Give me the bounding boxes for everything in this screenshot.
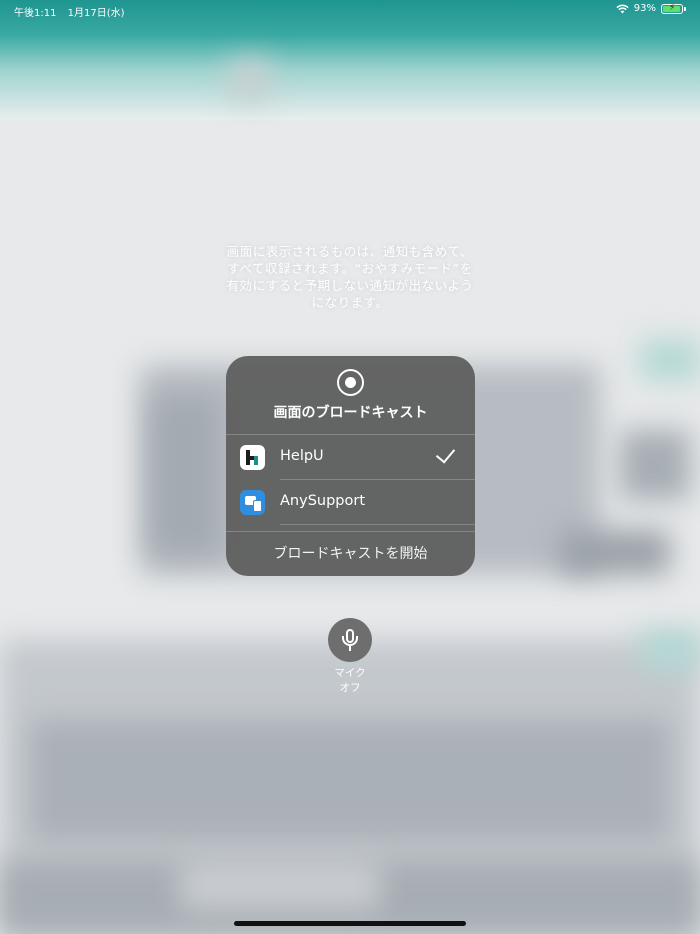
battery-icon: ⚡ (661, 2, 683, 14)
microphone-label-line1: マイク (334, 667, 366, 679)
status-bar-left: 午後1:11 1月17日(水) (14, 4, 133, 19)
anysupport-app-icon (240, 490, 265, 515)
panel-title: 画面のブロードキャスト (273, 405, 428, 421)
record-icon (337, 369, 364, 396)
app-option-label: AnySupport (280, 493, 366, 509)
blurred-background-shape (180, 860, 380, 910)
blurred-background-shape (640, 340, 700, 380)
blurred-background-shape (230, 60, 270, 100)
app-option-label: HelpU (280, 448, 324, 464)
wifi-icon (616, 4, 629, 13)
battery-fill: ⚡ (663, 2, 680, 13)
microphone-label: マイク オフ (310, 666, 390, 696)
blurred-background-shape (640, 630, 700, 670)
bolt-icon: ⚡ (669, 2, 676, 13)
battery-percent: 93% (633, 3, 656, 14)
app-option-anysupport[interactable]: AnySupport (226, 480, 475, 525)
battery-tip (684, 6, 686, 11)
divider (280, 524, 475, 525)
blurred-background-shape (560, 530, 670, 575)
broadcast-panel: 画面のブロードキャスト HelpU AnySupport ブロードキャストを開始 (226, 356, 475, 576)
microphone-toggle-button[interactable] (328, 618, 372, 662)
status-date: 1月17日(水) (67, 8, 125, 19)
status-bar-right: 93% ⚡ (616, 3, 686, 14)
app-option-helpu[interactable]: HelpU (226, 435, 475, 480)
checkmark-icon (435, 443, 456, 464)
microphone-status: オフ (339, 682, 361, 694)
home-indicator[interactable] (234, 921, 466, 926)
status-bar: 午後1:11 1月17日(水) 93% ⚡ (0, 0, 700, 20)
blurred-background-shape (620, 430, 690, 500)
status-time: 午後1:11 (14, 8, 57, 19)
start-broadcast-button[interactable]: ブロードキャストを開始 (226, 532, 475, 576)
recording-notice: 画面に表示されるものは、通知も含めて、すべて収録されます。“おやすみモード”を有… (226, 244, 474, 310)
blurred-background-shape (30, 720, 670, 840)
screen: 午後1:11 1月17日(水) 93% ⚡ 画面に表示されるものは、通知も含めて… (0, 0, 700, 934)
blurred-background-shape (150, 395, 220, 555)
helpu-app-icon (240, 445, 265, 470)
